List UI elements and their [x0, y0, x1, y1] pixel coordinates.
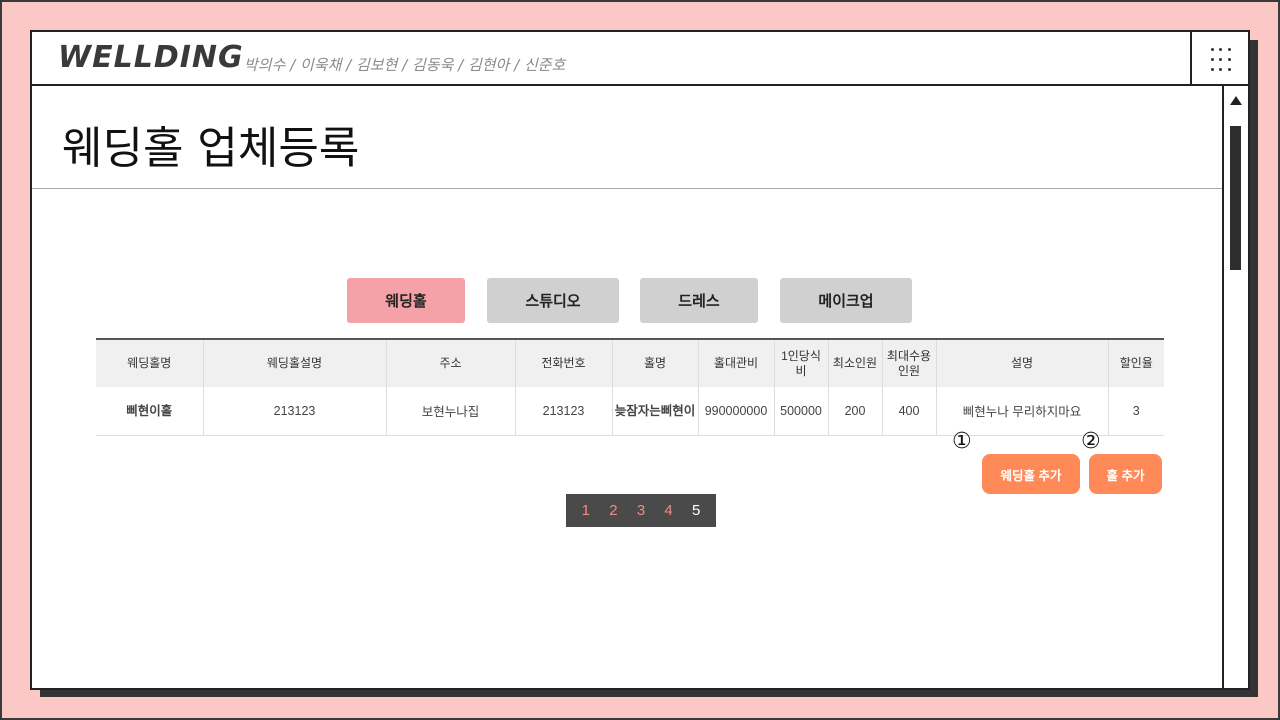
column-header: 웨딩홀설명 [203, 339, 387, 387]
annotation-marker-2: ② [1081, 429, 1101, 454]
table-cell: 삐현누나 무리하지마요 [936, 387, 1109, 436]
app-logo[interactable]: WELLDING [58, 40, 244, 75]
column-header: 전화번호 [515, 339, 613, 387]
browser-window: WELLDING 박의수 / 이욱채 / 김보현 / 김동욱 / 김현아 / 신… [30, 30, 1250, 690]
page-link-4[interactable]: 4 [664, 502, 672, 519]
menu-button[interactable] [1190, 32, 1248, 86]
scrollbar[interactable] [1222, 86, 1248, 688]
table-cell: 500000 [774, 387, 829, 436]
column-header: 1인당식비 [774, 339, 829, 387]
column-header-line: 인원 [897, 363, 921, 378]
table-cell: 400 [882, 387, 937, 436]
annotation-marker-1: ① [952, 429, 972, 454]
table-cell: 990000000 [698, 387, 775, 436]
grid-dots-icon [1208, 44, 1234, 74]
column-header: 최대수용 인원 [882, 339, 937, 387]
tab-makeup[interactable]: 메이크업 [780, 278, 912, 323]
column-header-line: 최대수용 [886, 348, 932, 363]
title-divider [32, 188, 1222, 189]
column-header: 설명 [936, 339, 1109, 387]
page-link-2[interactable]: 2 [609, 502, 617, 519]
page-title: 웨딩홀 업체등록 [62, 123, 360, 174]
team-members: 박의수 / 이욱채 / 김보현 / 김동욱 / 김현아 / 신준호 [244, 56, 566, 74]
table-cell: 213123 [515, 387, 613, 436]
table-cell: 213123 [203, 387, 387, 436]
add-hall-button[interactable]: 홀 추가 [1089, 454, 1162, 494]
tab-dress[interactable]: 드레스 [640, 278, 758, 323]
column-header: 홀명 [612, 339, 699, 387]
tab-wedding-hall[interactable]: 웨딩홀 [347, 278, 465, 323]
column-header: 할인율 [1108, 339, 1164, 387]
column-header: 홀대관비 [698, 339, 775, 387]
scrollbar-thumb[interactable] [1230, 126, 1241, 270]
pagination: 1 2 3 4 5 [566, 494, 716, 527]
page-link-1[interactable]: 1 [582, 502, 590, 519]
scroll-up-arrow-icon[interactable] [1230, 96, 1242, 105]
wedding-hall-table: 웨딩홀명 웨딩홀설명 주소 전화번호 홀명 홀대관비 1인당식비 최소인원 최대… [96, 338, 1164, 436]
column-header: 웨딩홀명 [96, 339, 204, 387]
table-cell: 보현누나집 [386, 387, 516, 436]
column-header: 최소인원 [828, 339, 883, 387]
tab-studio[interactable]: 스튜디오 [487, 278, 619, 323]
table-cell: 3 [1108, 387, 1164, 436]
table-header-row: 웨딩홀명 웨딩홀설명 주소 전화번호 홀명 홀대관비 1인당식비 최소인원 최대… [96, 339, 1164, 387]
top-bar: WELLDING 박의수 / 이욱채 / 김보현 / 김동욱 / 김현아 / 신… [32, 32, 1248, 86]
column-header: 주소 [386, 339, 516, 387]
table-row[interactable]: 삐현이홀 213123 보현누나집 213123 늦잠자는삐현이 9900000… [96, 387, 1164, 436]
page-link-3[interactable]: 3 [637, 502, 645, 519]
page-link-5-current[interactable]: 5 [692, 502, 700, 519]
add-wedding-hall-button[interactable]: 웨딩홀 추가 [982, 454, 1080, 494]
hall-name-link[interactable]: 늦잠자는삐현이 [612, 387, 699, 436]
table-cell: 200 [828, 387, 883, 436]
wedding-hall-name-link[interactable]: 삐현이홀 [96, 387, 204, 436]
